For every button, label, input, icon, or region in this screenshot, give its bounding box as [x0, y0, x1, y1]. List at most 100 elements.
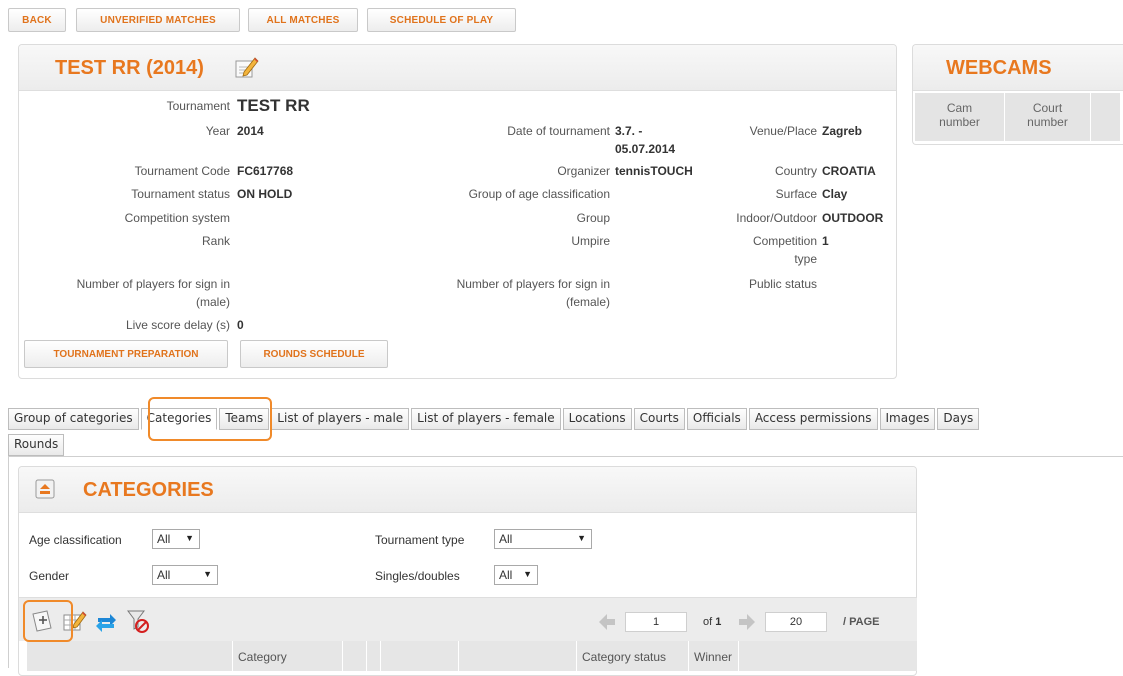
players-female-label-1: Number of players for sign in	[456, 277, 610, 291]
prev-page-icon[interactable]	[597, 612, 617, 632]
edit-icon[interactable]	[233, 55, 259, 81]
status-label: Tournament status	[131, 187, 230, 201]
page-of-label: of 1	[703, 616, 721, 628]
table-header-cell[interactable]	[27, 641, 233, 671]
webcams-col-extra	[1091, 93, 1121, 141]
venue-value: Zagreb	[822, 124, 863, 138]
clear-filter-icon[interactable]	[125, 608, 151, 634]
webcams-col-court-line1: Court	[1032, 101, 1063, 115]
date-value-2: 05.07.2014	[615, 142, 676, 156]
singles-doubles-value: All	[499, 568, 513, 582]
tournament-label: Tournament	[166, 99, 230, 113]
back-button[interactable]: BACK	[8, 8, 66, 32]
webcams-col-court: Court number	[1005, 93, 1091, 141]
rank-label: Rank	[201, 234, 230, 248]
chevron-down-icon: ▼	[203, 569, 212, 579]
table-header-category[interactable]: Category	[233, 641, 343, 671]
tab-rounds[interactable]: Rounds	[8, 434, 65, 456]
chevron-down-icon: ▼	[185, 533, 194, 543]
table-header-cell[interactable]	[459, 641, 577, 671]
tab-locations[interactable]: Locations	[562, 408, 632, 430]
status-value: ON HOLD	[237, 187, 293, 201]
tab-images[interactable]: Images	[879, 408, 936, 430]
page-total: 1	[715, 616, 722, 628]
webcams-col-cam-line2: number	[939, 115, 980, 129]
page-number-input[interactable]: 1	[625, 612, 687, 632]
year-label: Year	[205, 124, 230, 138]
table-header-cell[interactable]	[381, 641, 459, 671]
categories-panel: CATEGORIES Age classification All ▼ Tourn…	[18, 466, 917, 676]
categories-toolbar: 1 of 1 20 / PAGE	[19, 597, 917, 641]
competition-type-label-1: Competition	[752, 234, 817, 248]
tab-players-female[interactable]: List of players - female	[411, 408, 561, 430]
webcams-table: Cam number Court number	[915, 93, 1121, 141]
public-status-label: Public status	[748, 277, 817, 291]
chevron-down-icon: ▼	[577, 533, 586, 543]
country-label: Country	[774, 164, 817, 178]
code-value: FC617768	[237, 164, 294, 178]
tab-days[interactable]: Days	[937, 408, 980, 430]
all-matches-button[interactable]: ALL MATCHES	[248, 8, 358, 32]
webcams-col-cam-line1: Cam	[946, 101, 973, 115]
organizer-value: tennisTOUCH	[615, 164, 693, 178]
competition-type-label-2: type	[794, 252, 817, 266]
categories-table-header: Category Category status Winner	[27, 641, 917, 671]
tournament-type-select[interactable]: All ▼	[494, 529, 592, 549]
tournament-panel-header: TEST RR (2014)	[19, 45, 896, 91]
competition-type-value: 1	[822, 234, 829, 248]
table-header-category-status[interactable]: Category status	[577, 641, 689, 671]
tab-access-permissions[interactable]: Access permissions	[748, 408, 878, 430]
per-page-label: / PAGE	[843, 616, 880, 628]
surface-value: Clay	[822, 187, 848, 201]
tab-officials[interactable]: Officials	[686, 408, 747, 430]
webcams-panel-header: WEBCAMS	[913, 45, 1123, 91]
tab-courts[interactable]: Courts	[633, 408, 685, 430]
tab-highlight	[148, 397, 272, 441]
rounds-schedule-button[interactable]: ROUNDS SCHEDULE	[240, 340, 388, 368]
table-header-cell[interactable]	[739, 641, 917, 671]
tournament-type-value: All	[499, 532, 513, 546]
group-label: Group	[576, 211, 610, 225]
singles-doubles-select[interactable]: All ▼	[494, 565, 538, 585]
players-female-label-2: (female)	[565, 295, 610, 309]
categories-title: CATEGORIES	[83, 479, 214, 501]
webcams-panel: WEBCAMS Cam number Court number	[912, 44, 1123, 145]
tab-players-male[interactable]: List of players - male	[271, 408, 410, 430]
swap-icon[interactable]	[93, 608, 119, 634]
table-header-cell[interactable]	[367, 641, 381, 671]
umpire-label: Umpire	[571, 234, 610, 248]
of-text: of	[703, 616, 713, 628]
age-classification-label: Age classification	[29, 533, 122, 547]
per-page-input[interactable]: 20	[765, 612, 827, 632]
next-page-icon[interactable]	[737, 612, 757, 632]
table-header-winner[interactable]: Winner	[689, 641, 739, 671]
chevron-down-icon: ▼	[523, 569, 532, 579]
webcams-title: WEBCAMS	[946, 57, 1052, 79]
venue-label: Venue/Place	[749, 124, 817, 138]
country-value: CROATIA	[822, 164, 876, 178]
singles-doubles-label: Singles/doubles	[375, 569, 460, 583]
live-delay-label: Live score delay (s)	[125, 318, 230, 332]
age-classification-value: All	[157, 532, 171, 546]
tab-group-of-categories[interactable]: Group of categories	[8, 408, 139, 430]
tournament-preparation-button[interactable]: TOURNAMENT PREPARATION	[24, 340, 228, 368]
surface-label: Surface	[775, 187, 817, 201]
date-value-1: 3.7. -	[615, 124, 643, 138]
gender-value: All	[157, 568, 171, 582]
age-classification-select[interactable]: All ▼	[152, 529, 200, 549]
collapse-icon[interactable]	[35, 479, 55, 499]
live-delay-value: 0	[237, 318, 244, 332]
table-header-cell[interactable]	[343, 641, 367, 671]
tournament-value: TEST RR	[237, 96, 310, 115]
year-value: 2014	[237, 124, 264, 138]
code-label: Tournament Code	[134, 164, 230, 178]
categories-panel-header: CATEGORIES	[19, 467, 916, 513]
organizer-label: Organizer	[557, 164, 610, 178]
indoor-outdoor-label: Indoor/Outdoor	[736, 211, 817, 225]
webcams-col-court-line2: number	[1027, 115, 1068, 129]
webcams-col-cam: Cam number	[915, 93, 1005, 141]
schedule-of-play-button[interactable]: SCHEDULE OF PLAY	[367, 8, 516, 32]
date-label: Date of tournament	[507, 124, 610, 138]
unverified-matches-button[interactable]: UNVERIFIED MATCHES	[76, 8, 240, 32]
gender-select[interactable]: All ▼	[152, 565, 218, 585]
